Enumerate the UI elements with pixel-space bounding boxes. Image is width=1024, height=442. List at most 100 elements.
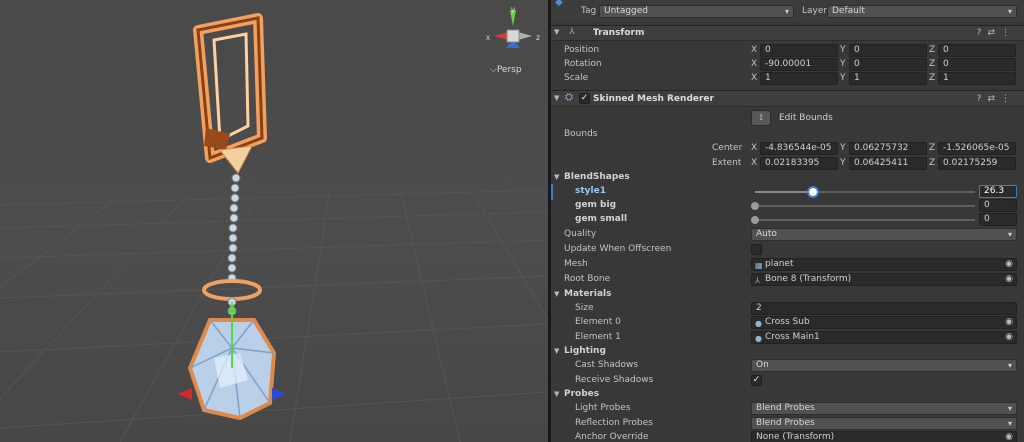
object-picker-icon[interactable]: ◉: [1005, 317, 1013, 328]
blendshape-row: style1 26.3: [551, 184, 1024, 198]
help-icon[interactable]: ?: [977, 28, 988, 38]
position-y-field[interactable]: 0: [849, 44, 927, 57]
center-x-field[interactable]: -4.836544e-05: [760, 142, 838, 155]
projection-toggle[interactable]: ⌵Persp: [490, 65, 522, 75]
object-picker-icon[interactable]: ◉: [1005, 274, 1013, 285]
scene-view[interactable]: y x z ⌵Persp: [0, 0, 548, 442]
extent-label: Extent: [712, 158, 742, 168]
blendshape-row: gem small 0: [551, 212, 1024, 226]
edit-bounds-button[interactable]: ⟟: [751, 110, 771, 126]
blendshape-value-field[interactable]: 0: [979, 199, 1017, 212]
projection-label: Persp: [496, 65, 522, 75]
lighting-foldout[interactable]: ▼ Lighting: [551, 344, 1024, 358]
rotation-x-field[interactable]: -90.00001: [760, 58, 838, 71]
chevron-down-icon: ▾: [1007, 361, 1012, 370]
materials-size-field[interactable]: 2: [751, 302, 1017, 315]
transform-header[interactable]: ▼ ⅄ Transform ?⇄⋮: [551, 25, 1024, 41]
pendant-frame: [193, 13, 267, 163]
blendshape-slider-track[interactable]: [755, 205, 975, 207]
blendshapes-foldout[interactable]: ▼ BlendShapes: [551, 170, 1024, 184]
anchor-override-row: Anchor Override None (Transform) ◉: [551, 430, 1024, 442]
tag-dropdown-value: Untagged: [604, 6, 649, 16]
tag-dropdown[interactable]: Untagged ▾: [599, 5, 794, 18]
materials-foldout[interactable]: ▼ Materials: [551, 287, 1024, 301]
blendshape-value-field[interactable]: 26.3: [979, 185, 1017, 198]
axis-x-label: X: [751, 45, 758, 55]
material-object-field[interactable]: ● Cross Sub ◉: [751, 316, 1017, 329]
anchor-override-value: None (Transform): [756, 432, 835, 442]
scale-z-field[interactable]: 1: [938, 72, 1016, 85]
rotation-y-field[interactable]: 0: [849, 58, 927, 71]
extent-y-field[interactable]: 0.06425411: [849, 157, 927, 170]
cast-shadows-dropdown[interactable]: On ▾: [751, 359, 1017, 372]
receive-shadows-checkbox[interactable]: ✓: [751, 375, 762, 386]
scale-x-field[interactable]: 1: [760, 72, 838, 85]
pendant-model[interactable]: [170, 8, 310, 433]
object-picker-icon[interactable]: ◉: [1005, 332, 1013, 343]
position-x-field[interactable]: 0: [760, 44, 838, 57]
menu-kebab-icon[interactable]: ⋮: [1001, 94, 1016, 104]
axis-y-label: Y: [840, 158, 846, 168]
probes-foldout[interactable]: ▼ Probes: [551, 387, 1024, 401]
extent-x-field[interactable]: 0.02183395: [760, 157, 838, 170]
object-picker-icon[interactable]: ◉: [1005, 432, 1013, 442]
mesh-object-field[interactable]: ▦ planet ◉: [751, 258, 1017, 271]
blendshape-slider-knob[interactable]: [751, 216, 759, 224]
update-offscreen-checkbox[interactable]: [751, 244, 762, 255]
center-y-field[interactable]: 0.06275732: [849, 142, 927, 155]
rotation-z-field[interactable]: 0: [938, 58, 1016, 71]
layer-dropdown[interactable]: Default ▾: [827, 5, 1017, 18]
root-bone-value: Bone 8 (Transform): [765, 274, 852, 284]
light-probes-dropdown[interactable]: Blend Probes ▾: [751, 402, 1017, 415]
anchor-override-object-field[interactable]: None (Transform) ◉: [751, 431, 1017, 442]
component-header-icons[interactable]: ?⇄⋮: [977, 28, 1016, 38]
reflection-probes-dropdown[interactable]: Blend Probes ▾: [751, 417, 1017, 430]
blendshapes-label: BlendShapes: [564, 172, 630, 182]
blendshape-slider-track[interactable]: [755, 219, 975, 221]
blendshape-value-field[interactable]: 0: [979, 213, 1017, 226]
component-enabled-checkbox[interactable]: ✓: [579, 93, 590, 104]
foldout-open-icon: ▼: [554, 28, 560, 36]
root-bone-object-field[interactable]: ⅄ Bone 8 (Transform) ◉: [751, 273, 1017, 286]
scale-y-field[interactable]: 1: [849, 72, 927, 85]
material-sphere-icon: ●: [755, 334, 762, 343]
axis-y-label: Y: [840, 73, 846, 83]
axis-y-label: Y: [840, 143, 846, 153]
orientation-gizmo[interactable]: y x z: [480, 4, 546, 64]
quality-dropdown-value: Auto: [756, 229, 777, 239]
help-icon[interactable]: ?: [977, 94, 988, 104]
mesh-row: Mesh ▦ planet ◉: [551, 257, 1024, 271]
reflection-probes-value: Blend Probes: [756, 418, 815, 428]
skinned-mesh-renderer-header[interactable]: ▼ ⛭ ✓ Skinned Mesh Renderer ?⇄⋮: [551, 90, 1024, 107]
reflection-probes-label: Reflection Probes: [575, 418, 653, 428]
quality-dropdown[interactable]: Auto ▾: [751, 228, 1017, 241]
blendshape-label: gem big: [575, 200, 617, 210]
axis-z-label: Z: [929, 73, 936, 83]
smr-title: Skinned Mesh Renderer: [593, 94, 714, 104]
materials-size-label: Size: [575, 303, 594, 313]
blendshape-label: gem small: [575, 214, 628, 224]
preset-icon[interactable]: ⇄: [987, 28, 1001, 38]
preset-icon[interactable]: ⇄: [987, 94, 1001, 104]
chevron-down-icon: ▾: [1007, 404, 1012, 413]
gizmo-x-label: x: [486, 33, 490, 42]
foldout-open-icon: ▼: [554, 290, 560, 298]
component-header-icons[interactable]: ?⇄⋮: [977, 94, 1016, 104]
gizmo-z-label: z: [536, 33, 540, 42]
root-bone-label: Root Bone: [564, 274, 611, 284]
receive-shadows-row: Receive Shadows ✓: [551, 373, 1024, 387]
menu-kebab-icon[interactable]: ⋮: [1001, 28, 1016, 38]
position-label: Position: [564, 45, 600, 55]
axis-z-label: Z: [929, 158, 936, 168]
extent-z-field[interactable]: 0.02175259: [938, 157, 1016, 170]
center-z-field[interactable]: -1.526065e-05: [938, 142, 1016, 155]
rotation-label: Rotation: [564, 59, 602, 69]
anchor-override-label: Anchor Override: [575, 432, 649, 442]
position-z-field[interactable]: 0: [938, 44, 1016, 57]
material-object-field[interactable]: ● Cross Main1 ◉: [751, 331, 1017, 344]
transform-row: Rotation X -90.00001 Y 0 Z 0: [551, 57, 1024, 71]
blendshape-slider-knob[interactable]: [808, 188, 817, 196]
object-picker-icon[interactable]: ◉: [1005, 259, 1013, 270]
blendshape-slider-knob[interactable]: [751, 202, 759, 210]
update-offscreen-row: Update When Offscreen: [551, 242, 1024, 256]
